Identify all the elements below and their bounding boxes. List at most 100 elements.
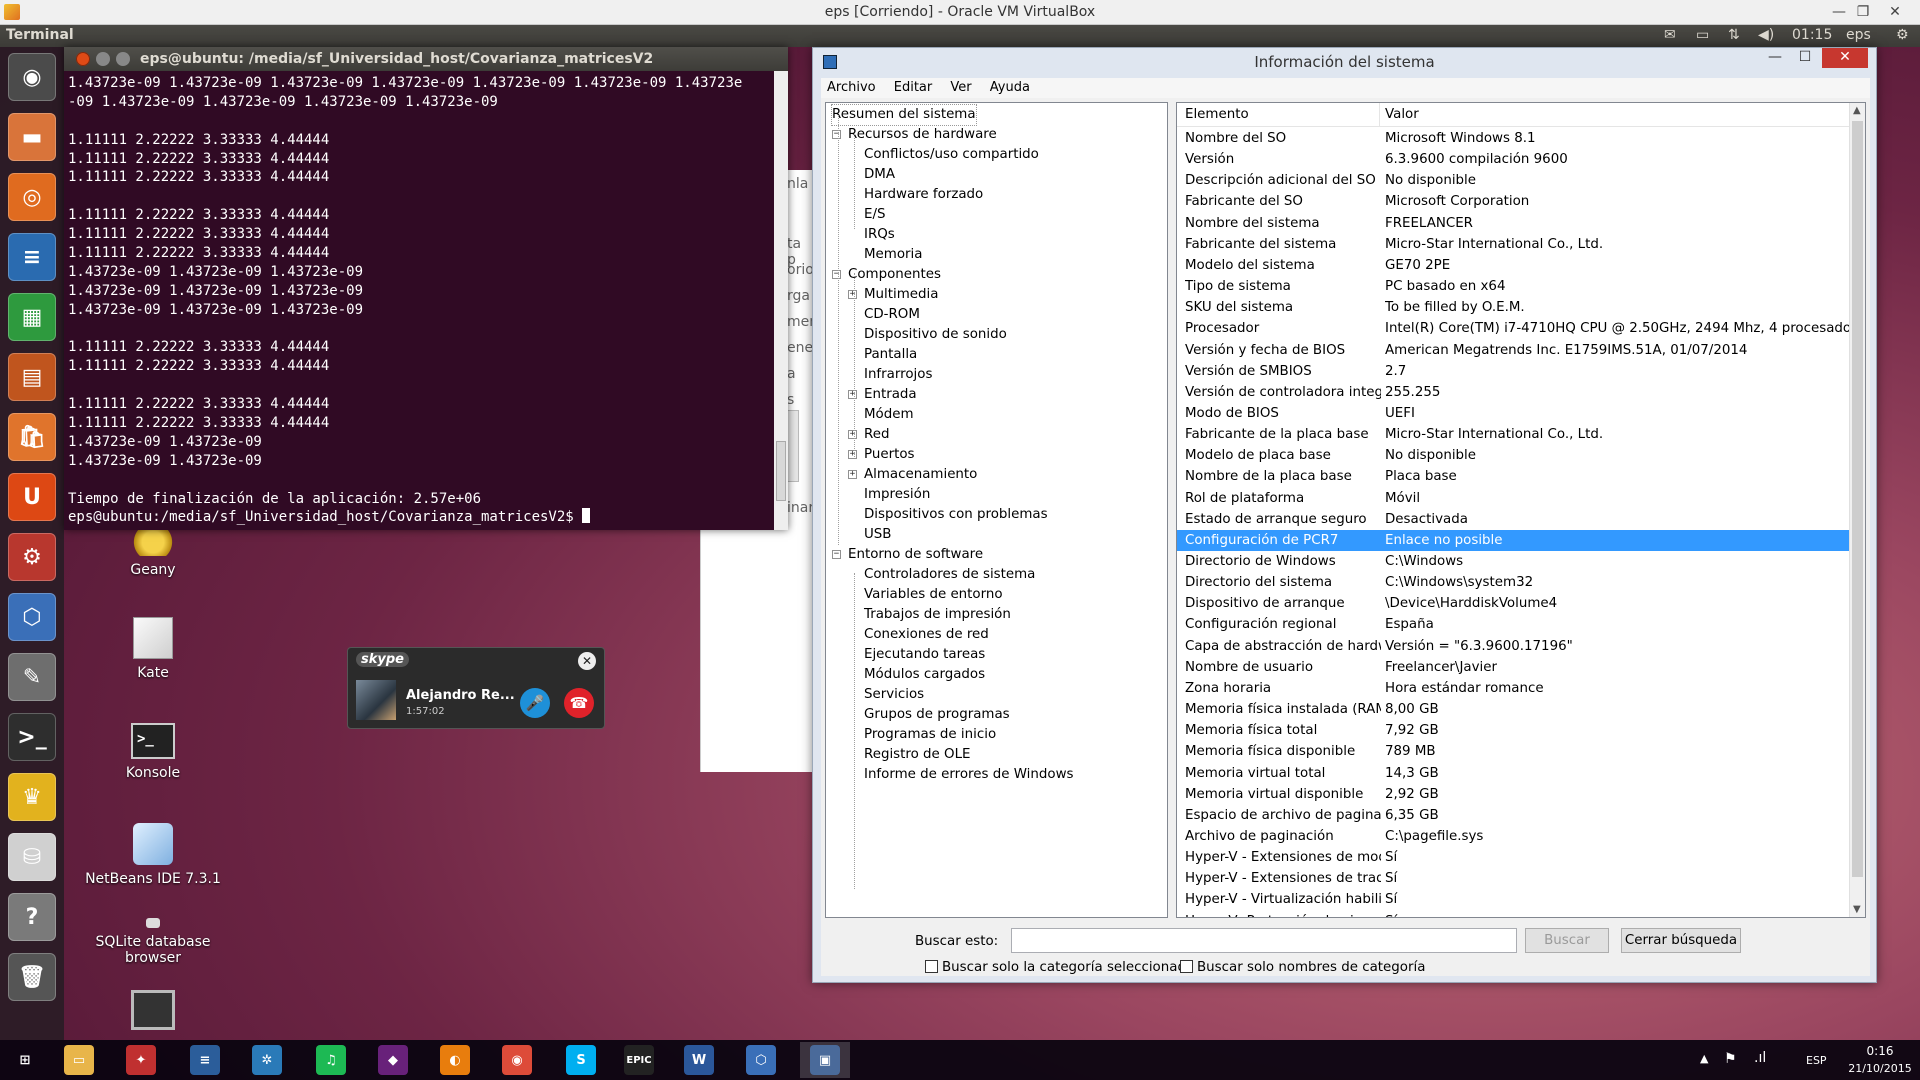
tree-item[interactable]: USB xyxy=(864,525,892,545)
table-row[interactable]: Fabricante del SO Microsoft Corporation xyxy=(1177,191,1851,212)
tree-item[interactable]: Módem xyxy=(864,405,914,425)
search-selected-category-checkbox[interactable]: Buscar solo la categoría seleccionada xyxy=(925,960,1194,975)
collapse-icon[interactable]: − xyxy=(832,130,841,139)
launcher-trash-icon[interactable]: 🗑 xyxy=(8,953,56,1001)
table-row[interactable]: Hyper-V - Extensiones de tradu...Sí xyxy=(1177,868,1851,889)
collapse-icon[interactable]: − xyxy=(832,550,841,559)
column-header-elemento[interactable]: Elemento xyxy=(1185,103,1249,127)
mail-icon[interactable]: ✉ xyxy=(1664,27,1676,43)
sound-icon[interactable]: ◀) xyxy=(1758,27,1774,43)
collapse-icon[interactable]: − xyxy=(832,270,841,279)
table-row[interactable]: Rol de plataforma Móvil xyxy=(1177,488,1851,509)
hang-up-icon[interactable]: ☎ xyxy=(564,688,594,718)
table-row[interactable]: Versión de controladora integr... 255.255 xyxy=(1177,382,1851,403)
vbox-close-button[interactable]: ✕ xyxy=(1884,0,1906,25)
taskbar-epic-games-icon[interactable]: EPIC xyxy=(614,1042,664,1078)
launcher-geany-icon[interactable]: ♛ xyxy=(8,773,56,821)
close-icon[interactable]: ✕ xyxy=(578,652,596,670)
taskbar-virtualbox-icon[interactable]: ⬡ xyxy=(736,1042,786,1078)
table-row[interactable]: Memoria virtual disponible 2,92 GB xyxy=(1177,784,1851,805)
taskbar-start-icon[interactable]: ⊞ xyxy=(0,1042,50,1078)
network-icon[interactable]: ⇅ xyxy=(1728,27,1740,43)
launcher-settings-icon[interactable]: ⚙ xyxy=(8,533,56,581)
tree-item[interactable]: Variables de entorno xyxy=(864,585,1003,605)
launcher-calc-icon[interactable]: ▦ xyxy=(8,293,56,341)
tree-item[interactable]: CD-ROM xyxy=(864,305,920,325)
taskbar-msinfo-icon[interactable]: ▣ xyxy=(800,1042,850,1078)
table-row[interactable]: Zona horaria Hora estándar romance xyxy=(1177,678,1851,699)
table-row[interactable]: Nombre de la placa base Placa base xyxy=(1177,466,1851,487)
details-list[interactable]: Elemento Valor Nombre del SO Microsoft Wi… xyxy=(1176,102,1866,918)
details-scrollbar[interactable]: ▲ ▼ xyxy=(1849,103,1865,917)
language-indicator[interactable]: ESP xyxy=(1806,1054,1827,1067)
table-row[interactable]: Modelo de placa base No disponible xyxy=(1177,445,1851,466)
tree-item[interactable]: Servicios xyxy=(864,685,924,705)
tree-item[interactable]: Conexiones de red xyxy=(864,625,989,645)
search-category-names-checkbox[interactable]: Buscar solo nombres de categoría xyxy=(1180,960,1425,975)
terminal-prompt-line[interactable]: eps@ubuntu:/media/sf_Universidad_host/Co… xyxy=(68,508,785,527)
search-button[interactable]: Buscar xyxy=(1525,928,1609,953)
category-tree[interactable]: Resumen del sistema − Recursos de hardware… xyxy=(825,102,1168,918)
taskbar-file-explorer-icon[interactable]: ▭ xyxy=(54,1042,104,1078)
table-row[interactable]: Nombre del SO Microsoft Windows 8.1 xyxy=(1177,128,1851,149)
scroll-thumb[interactable] xyxy=(1852,121,1863,877)
tree-item[interactable]: − Componentes xyxy=(832,265,941,285)
launcher-sqlite-icon[interactable]: ⛁ xyxy=(8,833,56,881)
table-row[interactable]: Configuración de PCR7 Enlace no posible xyxy=(1177,529,1851,551)
table-row[interactable]: Versión y fecha de BIOS American Megatren… xyxy=(1177,340,1851,361)
vbox-minimize-button[interactable]: — xyxy=(1828,0,1850,25)
table-row[interactable]: Dispositivo de arranque \Device\HarddiskV… xyxy=(1177,593,1851,614)
tree-item[interactable]: Dispositivos con problemas xyxy=(864,505,1048,525)
desktop-icon-kate[interactable]: Kate xyxy=(83,617,223,681)
launcher-software-icon[interactable]: 🛍 xyxy=(8,413,56,461)
flag-icon[interactable]: ⚑ xyxy=(1724,1051,1737,1067)
table-row[interactable]: Memoria física disponible 789 MB xyxy=(1177,741,1851,762)
tree-item[interactable]: IRQs xyxy=(864,225,895,245)
menu-ayuda[interactable]: Ayuda xyxy=(990,80,1030,95)
taskbar-pinwheel-icon[interactable]: ✲ xyxy=(242,1042,292,1078)
table-row[interactable]: Configuración regional España xyxy=(1177,614,1851,635)
tree-item[interactable]: Programas de inicio xyxy=(864,725,996,745)
menu-ver[interactable]: Ver xyxy=(950,80,971,95)
skype-call-window[interactable]: skype ✕ Alejandro Re... 1:57:02 🎤 ☎ xyxy=(347,647,605,729)
tree-item[interactable]: + Almacenamiento xyxy=(848,465,977,485)
taskbar-visual-studio-icon[interactable]: ◆ xyxy=(368,1042,418,1078)
table-row[interactable]: SKU del sistema To be filled by O.E.M. xyxy=(1177,297,1851,318)
table-row[interactable]: Versión 6.3.9600 compilación 9600 xyxy=(1177,149,1851,170)
launcher-help-icon[interactable]: ? xyxy=(8,893,56,941)
table-row[interactable]: Nombre del sistema FREELANCER xyxy=(1177,213,1851,234)
msinfo-close-button[interactable]: ✕ xyxy=(1822,48,1868,68)
table-row[interactable]: Nombre de usuario Freelancer\Javier xyxy=(1177,657,1851,678)
desktop-icon-partial[interactable] xyxy=(83,990,223,1036)
menu-editar[interactable]: Editar xyxy=(894,80,933,95)
tree-item[interactable]: + Multimedia xyxy=(848,285,938,305)
tree-item[interactable]: Módulos cargados xyxy=(864,665,985,685)
table-row[interactable]: Fabricante de la placa base Micro-Star In… xyxy=(1177,424,1851,445)
tree-item[interactable]: Ejecutando tareas xyxy=(864,645,985,665)
tree-item[interactable]: Grupos de programas xyxy=(864,705,1010,725)
panel-user[interactable]: eps xyxy=(1846,27,1871,43)
system-information-window[interactable]: Información del sistema — ☐ ✕ Archivo Ed… xyxy=(812,47,1877,983)
tree-item[interactable]: E/S xyxy=(864,205,885,225)
msinfo-minimize-button[interactable]: — xyxy=(1762,48,1788,68)
tree-item[interactable]: − Recursos de hardware xyxy=(832,125,997,145)
tree-item[interactable]: Controladores de sistema xyxy=(864,565,1035,585)
tree-item[interactable]: Trabajos de impresión xyxy=(864,605,1011,625)
tree-item[interactable]: Informe de errores de Windows xyxy=(864,765,1074,785)
tree-item[interactable]: − Entorno de software xyxy=(832,545,983,565)
table-row[interactable]: Hyper-V -Protección de ejecuci... Sí xyxy=(1177,911,1851,917)
terminal-window[interactable]: eps@ubuntu: /media/sf_Universidad_host/C… xyxy=(64,47,788,530)
tree-item[interactable]: + Puertos xyxy=(848,445,915,465)
table-row[interactable]: Descripción adicional del SO No disponibl… xyxy=(1177,170,1851,191)
column-header-valor[interactable]: Valor xyxy=(1385,103,1419,127)
battery-icon[interactable]: ▭ xyxy=(1696,27,1709,43)
table-row[interactable]: Fabricante del sistema Micro-Star Interna… xyxy=(1177,234,1851,255)
tree-item[interactable]: Infrarrojos xyxy=(864,365,932,385)
table-row[interactable]: Memoria virtual total 14,3 GB xyxy=(1177,763,1851,784)
table-row[interactable]: Tipo de sistema PC basado en x64 xyxy=(1177,276,1851,297)
table-row[interactable]: Memoria física total 7,92 GB xyxy=(1177,720,1851,741)
tree-item[interactable]: Hardware forzado xyxy=(864,185,983,205)
table-row[interactable]: Versión de SMBIOS 2.7 xyxy=(1177,361,1851,382)
close-search-button[interactable]: Cerrar búsqueda xyxy=(1621,928,1741,953)
launcher-writer-icon[interactable]: ≡ xyxy=(8,233,56,281)
